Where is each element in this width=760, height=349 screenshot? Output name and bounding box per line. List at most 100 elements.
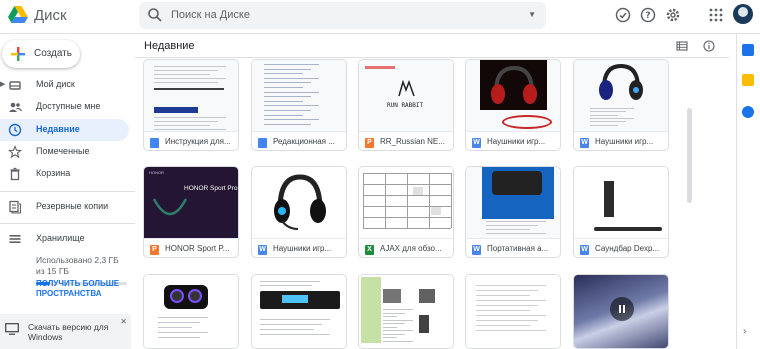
my-drive-icon bbox=[9, 81, 21, 90]
file-name: Саундбар Dexp... bbox=[595, 244, 660, 253]
file-caption: P RR_Russian NE... bbox=[359, 131, 453, 150]
list-view-icon[interactable] bbox=[676, 40, 688, 52]
file-thumbnail bbox=[466, 167, 560, 238]
tasks-icon[interactable] bbox=[742, 106, 754, 118]
file-thumbnail bbox=[252, 275, 346, 348]
file-caption: Редакционная ... bbox=[252, 131, 346, 150]
file-card[interactable]: HONOR HONOR Sport Pro P HONOR Sport P... bbox=[143, 166, 239, 258]
keep-notes-icon[interactable] bbox=[742, 74, 754, 86]
word-icon: W bbox=[580, 138, 589, 148]
file-card[interactable]: Редакционная ... bbox=[251, 59, 347, 151]
sidebar-item-label: Помеченные bbox=[36, 146, 90, 156]
file-card[interactable]: W Наушники игр... bbox=[573, 59, 669, 151]
sidebar-item-label: Резервные копии bbox=[36, 201, 109, 211]
app-title[interactable]: Диск bbox=[34, 7, 67, 24]
word-icon: W bbox=[258, 245, 267, 255]
thumb-honor-title: HONOR Sport Pro bbox=[184, 185, 238, 192]
file-thumbnail bbox=[144, 275, 238, 348]
expand-panel-chevron-icon[interactable]: › bbox=[743, 326, 746, 337]
file-card[interactable]: W Портативная а... bbox=[465, 166, 561, 258]
file-name: Наушники игр... bbox=[595, 137, 654, 146]
google-docs-icon bbox=[150, 138, 159, 148]
search-options-icon[interactable]: ▼ bbox=[528, 10, 536, 19]
file-thumbnail: RUN RABBIT bbox=[359, 60, 453, 131]
sidebar-item-recent[interactable]: Недавние bbox=[0, 119, 129, 141]
calendar-icon[interactable] bbox=[742, 44, 754, 56]
info-icon[interactable] bbox=[703, 40, 715, 52]
file-thumbnail bbox=[359, 275, 453, 348]
file-name: Наушники игр... bbox=[487, 137, 546, 146]
play-icon[interactable] bbox=[610, 297, 634, 321]
file-card[interactable] bbox=[573, 274, 669, 349]
sidebar-divider bbox=[0, 191, 135, 192]
sidebar-item-shared[interactable]: Доступные мне bbox=[0, 96, 129, 118]
file-thumbnail bbox=[574, 167, 668, 238]
storage-usage-text: Использовано 2,3 ГБ из 15 ГБ bbox=[36, 255, 119, 276]
sidebar-item-storage[interactable]: Хранилище bbox=[0, 228, 129, 250]
powerpoint-icon: P bbox=[150, 245, 159, 255]
sidebar-item-label: Корзина bbox=[36, 168, 71, 178]
file-caption: Инструкция для... bbox=[144, 131, 238, 150]
create-button[interactable]: Создать bbox=[2, 40, 80, 68]
sidebar-item-my-drive[interactable]: ▶ Мой диск bbox=[0, 74, 129, 96]
powerpoint-icon: P bbox=[365, 138, 374, 148]
file-caption: W Наушники игр... bbox=[574, 131, 668, 150]
sidebar-item-label: Недавние bbox=[36, 124, 80, 134]
create-button-label: Создать bbox=[34, 48, 73, 59]
account-avatar[interactable] bbox=[733, 4, 753, 24]
file-card[interactable]: Инструкция для... bbox=[143, 59, 239, 151]
file-card[interactable]: X AJAX для обзо... bbox=[358, 166, 454, 258]
upgrade-storage-link[interactable]: ПОЛУЧИТЬ БОЛЬШЕ ПРОСТРАНСТВА bbox=[36, 279, 128, 299]
apps-grid-icon[interactable] bbox=[707, 6, 725, 24]
sidebar: Создать ▶ Мой диск Доступные мне Недавни… bbox=[0, 34, 135, 349]
file-card[interactable] bbox=[143, 274, 239, 349]
search-icon[interactable] bbox=[147, 7, 163, 23]
file-thumbnail bbox=[574, 60, 668, 131]
scrollbar[interactable] bbox=[687, 108, 692, 203]
drive-logo-icon[interactable] bbox=[8, 6, 28, 24]
shared-icon bbox=[9, 102, 22, 112]
sidebar-item-label: Мой диск bbox=[36, 79, 75, 89]
sidebar-divider bbox=[0, 223, 135, 224]
offline-status-icon[interactable] bbox=[614, 6, 632, 24]
excel-icon: X bbox=[365, 245, 374, 255]
file-name: HONOR Sport P... bbox=[165, 244, 230, 253]
star-icon bbox=[8, 145, 22, 159]
page-title: Недавние bbox=[144, 40, 195, 52]
trash-icon bbox=[10, 167, 20, 181]
search-bar[interactable]: Поиск на Диске ▼ bbox=[139, 2, 546, 29]
sidebar-item-starred[interactable]: Помеченные bbox=[0, 141, 129, 163]
file-name: RR_Russian NE... bbox=[380, 137, 445, 146]
word-icon: W bbox=[580, 245, 589, 255]
sidebar-item-label: Доступные мне bbox=[36, 101, 101, 111]
file-card[interactable]: RUN RABBIT P RR_Russian NE... bbox=[358, 59, 454, 151]
file-thumbnail bbox=[359, 167, 453, 238]
download-banner[interactable]: Скачать версию для Windows ✕ bbox=[0, 314, 131, 349]
file-name: Наушники игр... bbox=[273, 244, 332, 253]
main-header: Недавние bbox=[135, 34, 729, 58]
expand-caret-icon[interactable]: ▶ bbox=[0, 80, 5, 88]
file-caption: W Наушники игр... bbox=[466, 131, 560, 150]
search-input[interactable]: Поиск на Диске bbox=[171, 9, 250, 21]
sidebar-item-backups[interactable]: Резервные копии bbox=[0, 196, 129, 218]
sidebar-item-trash[interactable]: Корзина bbox=[0, 163, 129, 185]
desktop-computer-icon bbox=[5, 323, 19, 335]
settings-gear-icon[interactable] bbox=[664, 6, 682, 24]
file-card[interactable] bbox=[251, 274, 347, 349]
close-icon[interactable]: ✕ bbox=[120, 317, 127, 326]
file-card[interactable]: W Наушники игр... bbox=[465, 59, 561, 151]
help-icon[interactable]: ? bbox=[639, 6, 657, 24]
file-name: AJAX для обзо... bbox=[380, 244, 442, 253]
top-bar: Диск Поиск на Диске ▼ ? bbox=[0, 0, 760, 34]
file-card[interactable]: W Наушники игр... bbox=[251, 166, 347, 258]
file-card[interactable] bbox=[465, 274, 561, 349]
file-name: Редакционная ... bbox=[273, 137, 335, 146]
svg-text:?: ? bbox=[645, 11, 650, 21]
file-card[interactable]: W Саундбар Dexp... bbox=[573, 166, 669, 258]
file-thumbnail bbox=[466, 60, 560, 131]
side-panel: › bbox=[736, 34, 760, 349]
backup-icon bbox=[9, 200, 22, 214]
file-card[interactable] bbox=[358, 274, 454, 349]
file-caption: P HONOR Sport P... bbox=[144, 238, 238, 257]
file-caption: X AJAX для обзо... bbox=[359, 238, 453, 257]
